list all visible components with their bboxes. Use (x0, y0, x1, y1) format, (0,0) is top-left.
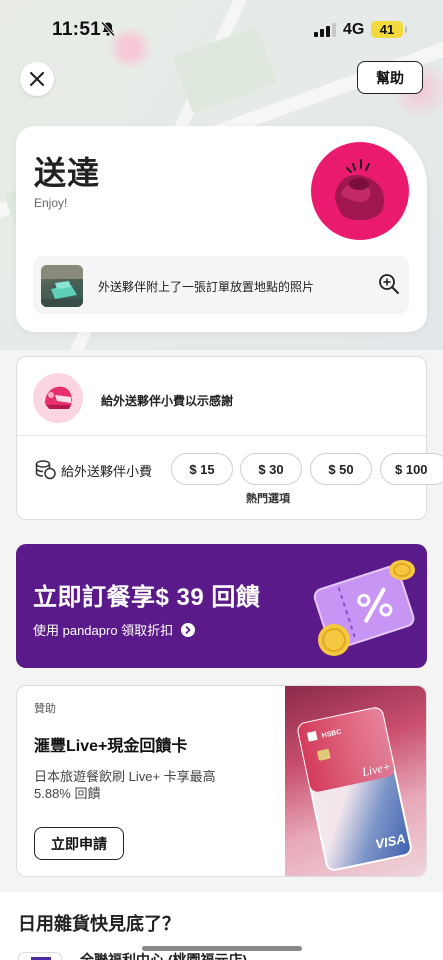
promo-subtitle: 使用 pandapro 領取折扣 (33, 623, 174, 638)
store-logo[interactable] (18, 952, 62, 960)
tip-option-100[interactable]: $ 100 (380, 453, 443, 485)
apply-now-button[interactable]: 立即申請 (34, 827, 124, 860)
bell-muted-icon (100, 21, 116, 37)
delivery-photo-text: 外送夥伴附上了一張訂單放置地點的照片 (98, 280, 315, 294)
status-bar: 11:51 4G 41 (0, 0, 443, 56)
popular-option-label: 熱門選項 (246, 493, 290, 505)
delivery-status-card: 送達 Enjoy! 外送夥伴附上了一張訂單放置地點的照片 (16, 126, 427, 332)
network-label: 4G (343, 21, 365, 38)
status-time: 11:51 (52, 19, 102, 40)
tip-option-15[interactable]: $ 15 (171, 453, 233, 485)
promo-title: 立即訂餐享$ 39 回饋 (33, 584, 261, 611)
delivery-title: 送達 (34, 155, 101, 191)
credit-card-image: HSBC Live+ VISA (285, 686, 426, 876)
signal-icon (314, 23, 336, 37)
hsbc-ad-card[interactable]: 贊助 滙豐Live+現金回饋卡 日本旅遊餐飲刷 Live+ 卡享最高 5.88%… (16, 685, 427, 877)
zoom-in-icon[interactable] (377, 272, 401, 296)
help-button[interactable]: 幫助 (357, 61, 423, 94)
divider (17, 435, 426, 436)
bag-icon (335, 159, 385, 221)
delivery-subtitle: Enjoy! (34, 196, 68, 210)
rider-helmet-icon (33, 373, 83, 423)
store-name[interactable]: 全聯福利中心 (桃園福元店) (80, 950, 247, 960)
ad-title: 滙豐Live+現金回饋卡 (34, 738, 188, 755)
coins-icon (35, 460, 56, 480)
ad-description: 日本旅遊餐飲刷 Live+ 卡享最高 5.88% 回饋 (34, 769, 216, 801)
discount-coupon-illustration (313, 560, 415, 656)
close-icon (30, 72, 44, 86)
tip-option-50[interactable]: $ 50 (310, 453, 372, 485)
close-button[interactable] (20, 62, 54, 96)
battery-indicator: 41 (371, 21, 407, 38)
tip-thanks-text: 給外送夥伴小費以示感謝 (101, 394, 234, 408)
photo-image (41, 265, 83, 307)
promo-subtitle-row[interactable]: 使用 pandapro 領取折扣 (33, 620, 196, 639)
chevron-right-icon (181, 622, 196, 637)
tip-option-30[interactable]: $ 30 (240, 453, 302, 485)
sponsored-label: 贊助 (34, 703, 56, 715)
section-heading: 日用雜貨快見底了？ (18, 914, 180, 934)
pandapro-promo-banner[interactable]: 立即訂餐享$ 39 回饋 使用 pandapro 領取折扣 (16, 544, 427, 668)
delivered-bag-illustration (311, 142, 409, 240)
tip-label: 給外送夥伴小費 (61, 464, 153, 479)
home-indicator[interactable] (142, 946, 302, 951)
tip-card: 給外送夥伴小費以示感謝 給外送夥伴小費 $ 15 $ 30 $ 50 $ 100… (16, 356, 443, 520)
delivery-photo-thumbnail[interactable] (41, 265, 83, 307)
delivery-photo-row[interactable]: 外送夥伴附上了一張訂單放置地點的照片 (33, 256, 409, 314)
